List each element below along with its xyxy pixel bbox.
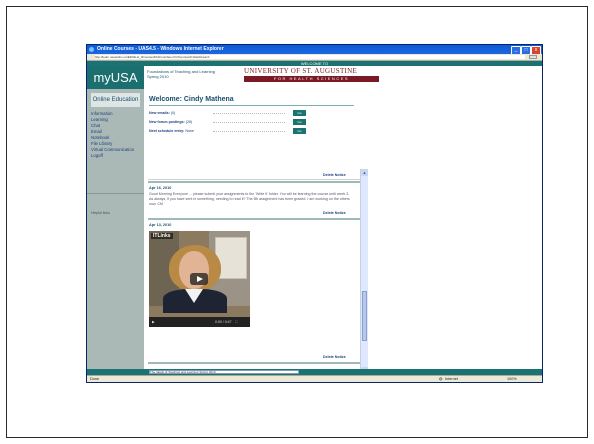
- video-time: 0:00 / 0:47: [215, 320, 232, 324]
- delete-notice-link[interactable]: Delete Notice: [323, 355, 346, 359]
- feed-separator: [148, 218, 361, 220]
- site-logo[interactable]: myUSA: [87, 66, 144, 89]
- stat-value: (26): [185, 120, 193, 124]
- stat-value: None: [185, 129, 194, 133]
- zoom-level[interactable]: 100%: [507, 376, 517, 382]
- stat-row-emails: New emails: (0) Go: [149, 110, 354, 116]
- fullscreen-icon[interactable]: ⛶: [235, 317, 237, 327]
- sidebar-divider: [87, 193, 144, 194]
- stat-dots: [213, 131, 285, 132]
- go-button[interactable]: [529, 55, 537, 59]
- status-bar: Done ◍ Internet 100%: [87, 375, 542, 382]
- emails-go-button[interactable]: Go: [293, 110, 306, 116]
- sidebar-nav: Information Learning Chat Email Notebook…: [91, 111, 143, 159]
- scroll-thumb[interactable]: [362, 291, 367, 341]
- sidebar-item-logoff[interactable]: Logoff: [91, 153, 143, 159]
- stat-label: New emails:: [149, 111, 170, 115]
- play-icon[interactable]: [190, 273, 208, 285]
- video-badge: ITLinks: [151, 233, 173, 239]
- sidebar-help-text[interactable]: Helpful links: [91, 211, 110, 215]
- ie-icon: [89, 47, 94, 52]
- stat-row-schedule: Next schedule entry: None Go: [149, 128, 354, 134]
- feed-separator: [148, 181, 361, 183]
- stat-dots: [213, 113, 285, 114]
- scroll-up-icon[interactable]: ▲: [361, 169, 368, 176]
- header-strip: WELCOME TO: [87, 61, 542, 66]
- sidebar-heading: Online Education: [91, 93, 140, 107]
- sidebar: Online Education Information Learning Ch…: [87, 89, 144, 369]
- delete-notice-link[interactable]: Delete Notice: [323, 173, 346, 177]
- post-date: Apr 13, 2010: [149, 223, 172, 227]
- stat-row-forum: New forum postings: (26) Go: [149, 119, 354, 125]
- title-bar: Online Courses - UAS4.5 - Windows Intern…: [87, 45, 542, 55]
- status-text: Done: [90, 377, 100, 381]
- forum-go-button[interactable]: Go: [293, 119, 306, 125]
- url-input[interactable]: http://learn.usaonline.us/EDUE-H_0Course…: [95, 55, 525, 59]
- video-controls[interactable]: ▶ 0:00 / 0:47 ⛶: [149, 317, 250, 327]
- post-date: Apr 16, 2010: [149, 186, 172, 190]
- course-header: Foundations of Teaching and Learning Spr…: [147, 69, 237, 79]
- internet-zone-icon: ◍: [439, 377, 443, 381]
- video-player[interactable]: ITLinks ▶ 0:00 / 0:47 ⛶: [149, 231, 250, 327]
- feed-top-divider: [148, 179, 361, 180]
- course-term: Spring 2010: [147, 74, 169, 79]
- welcome-heading: Welcome: Cindy Mathena: [149, 96, 234, 103]
- feed-separator: [148, 362, 361, 364]
- stat-label: Next schedule entry:: [149, 129, 185, 133]
- address-bar: http://learn.usaonline.us/EDUE-H_0Course…: [87, 54, 542, 61]
- stat-label: New forum postings:: [149, 120, 185, 124]
- university-name: UNIVERSITY OF ST. AUGUSTINE: [244, 67, 358, 75]
- stat-dots: [213, 122, 285, 123]
- schedule-go-button[interactable]: Go: [293, 128, 306, 134]
- university-subtitle: FOR HEALTH SCIENCES: [244, 76, 379, 82]
- welcome-divider: [149, 105, 354, 106]
- course-selector[interactable]: The Ideals of Teaching and Learning Spri…: [149, 370, 299, 374]
- feed-scrollbar[interactable]: ▲ ▼: [360, 169, 368, 374]
- browser-window: Online Courses - UAS4.5 - Windows Intern…: [86, 44, 543, 383]
- internet-zone-label: Internet: [445, 377, 458, 381]
- post-body: Good Morning Everyone ... please submit …: [149, 192, 350, 206]
- delete-notice-link[interactable]: Delete Notice: [323, 211, 346, 215]
- stat-value: (0): [170, 111, 176, 115]
- window-title: Online Courses - UAS4.5 - Windows Intern…: [97, 46, 224, 52]
- university-banner: UNIVERSITY OF ST. AUGUSTINE FOR HEALTH S…: [244, 67, 379, 85]
- page-content: WELCOME TO myUSA Foundations of Teaching…: [87, 61, 542, 375]
- play-small-icon[interactable]: ▶: [152, 320, 155, 324]
